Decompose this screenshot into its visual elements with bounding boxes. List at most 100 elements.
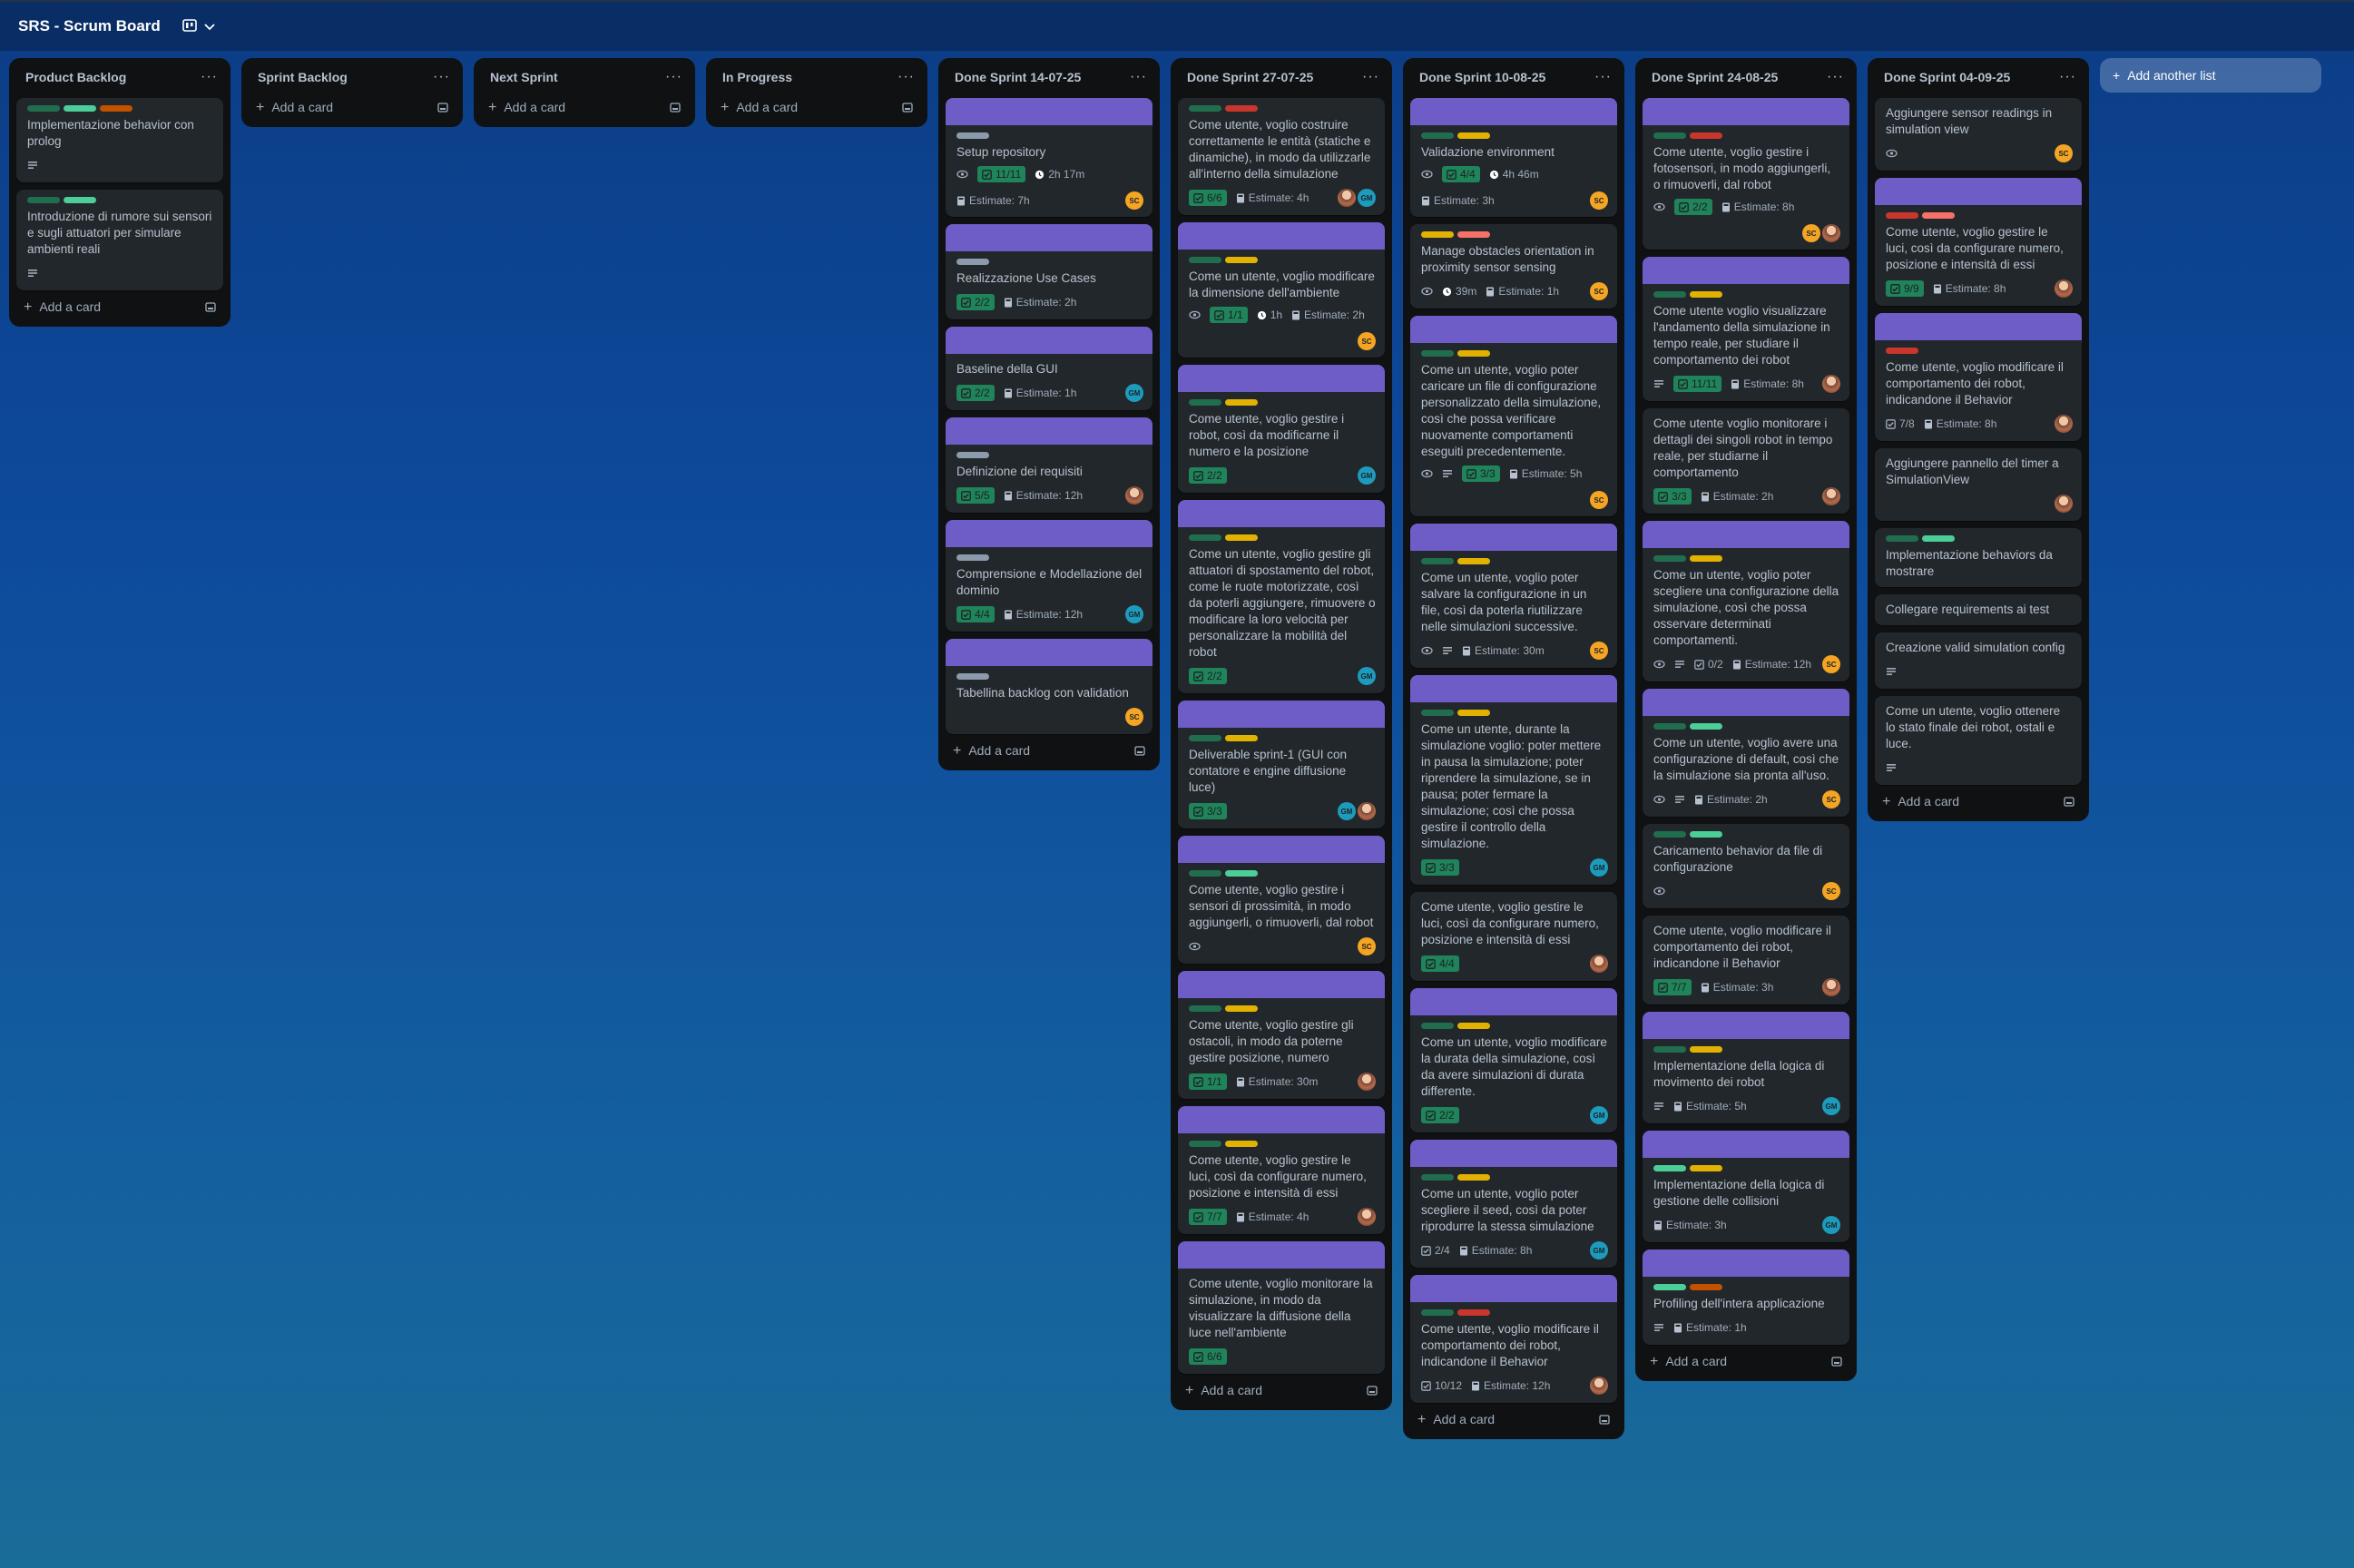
- card[interactable]: Aggiungere sensor readings in simulation…: [1875, 98, 2082, 171]
- list-title[interactable]: Done Sprint 14-07-25: [955, 70, 1081, 84]
- card-label-red[interactable]: [1690, 132, 1722, 139]
- card-label-green-d[interactable]: [1653, 132, 1686, 139]
- card[interactable]: Implementazione behavior con prolog: [16, 98, 223, 182]
- card-label-yellow[interactable]: [1457, 710, 1490, 716]
- member-avatar[interactable]: SC: [1802, 224, 1820, 242]
- card[interactable]: Come utente, voglio gestire i robot, cos…: [1178, 365, 1385, 493]
- card[interactable]: Come utente, voglio costruire correttame…: [1178, 98, 1385, 215]
- card[interactable]: Come utente, voglio modificare il compor…: [1410, 1275, 1617, 1403]
- card-label-red[interactable]: [1457, 1309, 1490, 1316]
- card-template-icon[interactable]: [670, 101, 681, 115]
- member-avatar[interactable]: [1822, 375, 1840, 393]
- card-label-green-d[interactable]: [1421, 1309, 1454, 1316]
- card-label-yellow[interactable]: [1225, 1005, 1258, 1012]
- member-avatar[interactable]: [1358, 802, 1376, 820]
- member-avatar[interactable]: GM: [1590, 1241, 1608, 1259]
- card-label-green-d[interactable]: [1421, 132, 1454, 139]
- member-avatar[interactable]: [1358, 1073, 1376, 1091]
- card[interactable]: Introduzione di rumore sui sensori e sug…: [16, 190, 223, 290]
- member-avatar[interactable]: GM: [1125, 605, 1143, 623]
- card-label-green-d[interactable]: [1653, 831, 1686, 838]
- member-avatar[interactable]: SC: [1125, 191, 1143, 210]
- card[interactable]: Tabellina backlog con validation SC: [946, 639, 1152, 734]
- card-label-pink[interactable]: [1457, 231, 1490, 238]
- card[interactable]: Creazione valid simulation config: [1875, 632, 2082, 689]
- card[interactable]: Baseline della GUI 2/2 Estimate: 1h GM: [946, 327, 1152, 410]
- card-label-green-d[interactable]: [1189, 534, 1221, 541]
- add-card-button[interactable]: + Add a card: [256, 100, 333, 116]
- card[interactable]: Come utente voglio monitorare i dettagli…: [1643, 408, 1849, 514]
- card[interactable]: Validazione environment 4/4 4h 46m Estimate…: [1410, 98, 1617, 217]
- card[interactable]: Come utente voglio visualizzare l'andame…: [1643, 257, 1849, 401]
- card-label-green-d[interactable]: [1189, 735, 1221, 741]
- card[interactable]: Come un utente, voglio poter caricare un…: [1410, 316, 1617, 516]
- list-title[interactable]: In Progress: [722, 70, 792, 84]
- card[interactable]: Come un utente, voglio modificare la dim…: [1178, 222, 1385, 358]
- member-avatar[interactable]: SC: [1590, 491, 1608, 509]
- member-avatar[interactable]: [1822, 224, 1840, 242]
- card-label-yellow[interactable]: [1225, 534, 1258, 541]
- member-avatar[interactable]: SC: [1358, 332, 1376, 350]
- card[interactable]: Come un utente, voglio poter salvare la …: [1410, 524, 1617, 668]
- card[interactable]: Come utente, voglio monitorare la simula…: [1178, 1241, 1385, 1374]
- member-avatar[interactable]: [2055, 279, 2073, 298]
- card[interactable]: Come utente, voglio gestire gli ostacoli…: [1178, 971, 1385, 1099]
- card-label-green[interactable]: [1922, 535, 1955, 542]
- more-options-icon[interactable]: ···: [2059, 69, 2076, 85]
- card-label-orange[interactable]: [100, 105, 132, 112]
- card-label-red[interactable]: [1225, 105, 1258, 112]
- card-label-green-d[interactable]: [1421, 350, 1454, 357]
- card-label-green[interactable]: [1690, 831, 1722, 838]
- member-avatar[interactable]: SC: [2055, 144, 2073, 162]
- member-avatar[interactable]: SC: [1822, 655, 1840, 673]
- more-options-icon[interactable]: ···: [1362, 69, 1379, 85]
- card[interactable]: Implementazione della logica di gestione…: [1643, 1131, 1849, 1242]
- board-view-switcher[interactable]: [182, 18, 215, 34]
- member-avatar[interactable]: SC: [1822, 790, 1840, 808]
- member-avatar[interactable]: [1338, 189, 1356, 207]
- card-label-green-d[interactable]: [1653, 723, 1686, 730]
- card-label-green-d[interactable]: [27, 197, 60, 203]
- card-template-icon[interactable]: [437, 101, 448, 115]
- card-label-yellow[interactable]: [1225, 735, 1258, 741]
- card-template-icon[interactable]: [1367, 1384, 1378, 1398]
- card-label-green-d[interactable]: [1189, 399, 1221, 406]
- card[interactable]: Come utente, voglio modificare il compor…: [1643, 916, 1849, 1004]
- add-another-list-button[interactable]: + Add another list: [2100, 58, 2321, 93]
- card-label-green[interactable]: [64, 197, 96, 203]
- member-avatar[interactable]: GM: [1590, 858, 1608, 877]
- card[interactable]: Come utente, voglio modificare il compor…: [1875, 313, 2082, 441]
- card-label-yellow[interactable]: [1457, 1023, 1490, 1029]
- card-label-orange[interactable]: [1690, 1284, 1722, 1290]
- card-label-green-d[interactable]: [27, 105, 60, 112]
- member-avatar[interactable]: [2055, 495, 2073, 513]
- card-label-green-d[interactable]: [1189, 870, 1221, 877]
- card-label-pink[interactable]: [1922, 212, 1955, 219]
- card[interactable]: Collegare requirements ai test: [1875, 594, 2082, 625]
- card-template-icon[interactable]: [2064, 795, 2074, 809]
- card[interactable]: Come un utente, voglio gestire gli attua…: [1178, 500, 1385, 693]
- card-label-green-d[interactable]: [1189, 257, 1221, 263]
- add-card-button[interactable]: + Add a card: [953, 743, 1030, 760]
- more-options-icon[interactable]: ···: [201, 69, 218, 85]
- card-label-yellow[interactable]: [1690, 555, 1722, 562]
- card-template-icon[interactable]: [1134, 744, 1145, 759]
- member-avatar[interactable]: GM: [1358, 189, 1376, 207]
- card[interactable]: Definizione dei requisiti 5/5 Estimate: 12…: [946, 417, 1152, 513]
- card-label-yellow[interactable]: [1690, 291, 1722, 298]
- card-label-gray[interactable]: [956, 452, 989, 458]
- member-avatar[interactable]: GM: [1358, 667, 1376, 685]
- card-label-green-d[interactable]: [1189, 1005, 1221, 1012]
- card-label-red[interactable]: [1886, 212, 1918, 219]
- member-avatar[interactable]: [1590, 955, 1608, 973]
- card[interactable]: Come un utente, voglio ottenere lo stato…: [1875, 696, 2082, 785]
- card[interactable]: Deliverable sprint-1 (GUI con contatore …: [1178, 701, 1385, 828]
- card[interactable]: Come utente, voglio gestire le luci, cos…: [1875, 178, 2082, 306]
- card[interactable]: Come un utente, voglio poter scegliere i…: [1410, 1140, 1617, 1268]
- card-label-green[interactable]: [64, 105, 96, 112]
- card-label-gray[interactable]: [956, 259, 989, 265]
- list-title[interactable]: Done Sprint 24-08-25: [1652, 70, 1778, 84]
- add-card-button[interactable]: + Add a card: [1650, 1354, 1727, 1370]
- card-label-green[interactable]: [1225, 870, 1258, 877]
- card-label-red[interactable]: [1886, 348, 1918, 354]
